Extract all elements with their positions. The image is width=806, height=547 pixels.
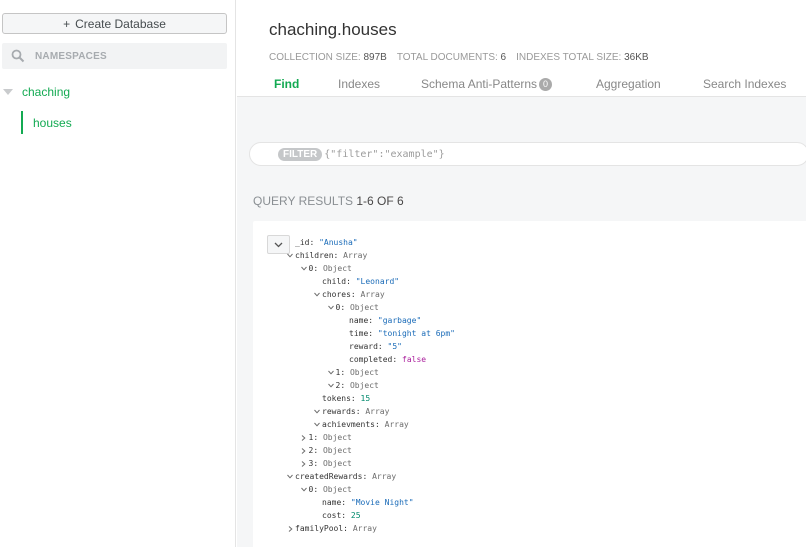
field-key: familyPool <box>295 524 344 533</box>
field-value: Array <box>365 407 390 416</box>
expanded-chevron-icon[interactable] <box>300 483 308 496</box>
field-value: "Leonard" <box>355 277 400 286</box>
tab-find[interactable]: Find <box>274 77 299 91</box>
field-value: Object <box>322 264 352 273</box>
expanded-chevron-icon[interactable] <box>313 418 321 431</box>
sidebar: + Create Database NAMESPACES chaching ho… <box>0 0 236 547</box>
query-results-label: QUERY RESULTS 1-6 OF 6 <box>253 194 404 208</box>
search-icon <box>11 49 25 63</box>
field-key: _id <box>295 238 310 247</box>
field-value: Array <box>352 524 377 533</box>
collapsed-chevron-icon[interactable] <box>286 522 294 535</box>
field-key: completed <box>349 355 393 364</box>
expanded-chevron-icon[interactable] <box>327 366 335 379</box>
field-key: rewards <box>322 407 356 416</box>
field-key: name <box>349 316 369 325</box>
database-label: chaching <box>22 85 71 99</box>
expanded-chevron-icon[interactable] <box>327 301 335 314</box>
field-value: Object <box>349 381 379 390</box>
collection-size-stat: COLLECTION SIZE: 897B <box>269 52 387 63</box>
field-value: Object <box>322 433 352 442</box>
tab-aggregation[interactable]: Aggregation <box>596 77 661 91</box>
field-key: createdRewards <box>295 472 363 481</box>
document-card: _id: "Anusha" children: Array 0: Object chi… <box>253 221 806 547</box>
expanded-chevron-icon[interactable] <box>286 470 294 483</box>
chevron-down-icon <box>274 242 283 247</box>
filter-input[interactable]: FILTER {"filter":"example"} <box>249 142 806 166</box>
field-value: "5" <box>387 342 402 351</box>
tab-schema-anti-patterns[interactable]: Schema Anti-Patterns 0 <box>421 77 553 91</box>
field-value: "garbage" <box>377 316 422 325</box>
tab-bar: Find Indexes Schema Anti-Patterns 0 Aggre… <box>237 74 806 96</box>
field-value: Object <box>322 446 352 455</box>
indexes-size-stat: INDEXES TOTAL SIZE: 36KB <box>516 52 649 63</box>
field-key: child <box>322 277 347 286</box>
field-value: Array <box>372 472 397 481</box>
field-key: cost <box>322 511 342 520</box>
collapsed-chevron-icon[interactable] <box>300 431 308 444</box>
query-results-title: QUERY RESULTS <box>253 194 354 208</box>
field-value: "Anusha" <box>319 238 358 247</box>
field-key: children <box>295 251 334 260</box>
sidebar-item-database[interactable]: chaching <box>0 83 236 101</box>
field-key: tokens <box>322 394 351 403</box>
field-key: reward <box>349 342 378 351</box>
field-value: Object <box>322 459 352 468</box>
plus-icon: + <box>63 16 71 31</box>
expanded-chevron-icon[interactable] <box>313 288 321 301</box>
create-database-label: Create Database <box>75 16 166 31</box>
total-documents-stat: TOTAL DOCUMENTS: 6 <box>396 52 507 63</box>
field-value: Object <box>349 368 379 377</box>
query-results-range: 1-6 OF 6 <box>356 194 404 208</box>
expanded-chevron-icon[interactable] <box>300 262 308 275</box>
field-value: Object <box>322 485 352 494</box>
sidebar-item-collection[interactable]: houses <box>21 111 221 134</box>
expanded-chevron-icon[interactable] <box>286 249 294 262</box>
field-value: 25 <box>350 511 361 520</box>
main-content: FILTER {"filter":"example"} QUERY RESULT… <box>237 97 806 547</box>
field-value: Object <box>349 303 379 312</box>
collection-stats: COLLECTION SIZE: 897B TOTAL DOCUMENTS: 6… <box>269 52 649 63</box>
field-value: Array <box>360 290 385 299</box>
collection-label: houses <box>33 115 72 130</box>
caret-down-icon[interactable] <box>3 89 13 95</box>
field-value: false <box>402 355 427 364</box>
count-badge: 0 <box>539 78 553 91</box>
namespace-search-input[interactable]: NAMESPACES <box>2 43 227 69</box>
field-key: chores <box>322 290 351 299</box>
namespace-search-placeholder: NAMESPACES <box>35 50 107 62</box>
page-title: chaching.houses <box>269 20 397 39</box>
collapsed-chevron-icon[interactable] <box>300 444 308 457</box>
field-key: time <box>349 329 369 338</box>
field-value: Array <box>343 251 368 260</box>
field-value: "tonight at 6pm" <box>377 329 455 338</box>
tab-search-indexes[interactable]: Search Indexes <box>703 77 786 91</box>
field-key: achievments <box>322 420 375 429</box>
filter-query[interactable]: {"filter":"example"} <box>324 149 444 160</box>
collection-header: chaching.houses COLLECTION SIZE: 897B TO… <box>237 0 806 97</box>
field-key: name <box>322 498 342 507</box>
field-value: Array <box>384 420 409 429</box>
filter-pill: FILTER <box>278 147 323 161</box>
tab-schema-label: Schema Anti-Patterns <box>421 77 538 91</box>
collapsed-chevron-icon[interactable] <box>300 457 308 470</box>
create-database-button[interactable]: + Create Database <box>2 13 227 34</box>
tab-indexes[interactable]: Indexes <box>338 77 380 91</box>
expanded-chevron-icon[interactable] <box>313 405 321 418</box>
expanded-chevron-icon[interactable] <box>327 379 335 392</box>
field-value: "Movie Night" <box>350 498 414 507</box>
field-value: 15 <box>360 394 371 403</box>
